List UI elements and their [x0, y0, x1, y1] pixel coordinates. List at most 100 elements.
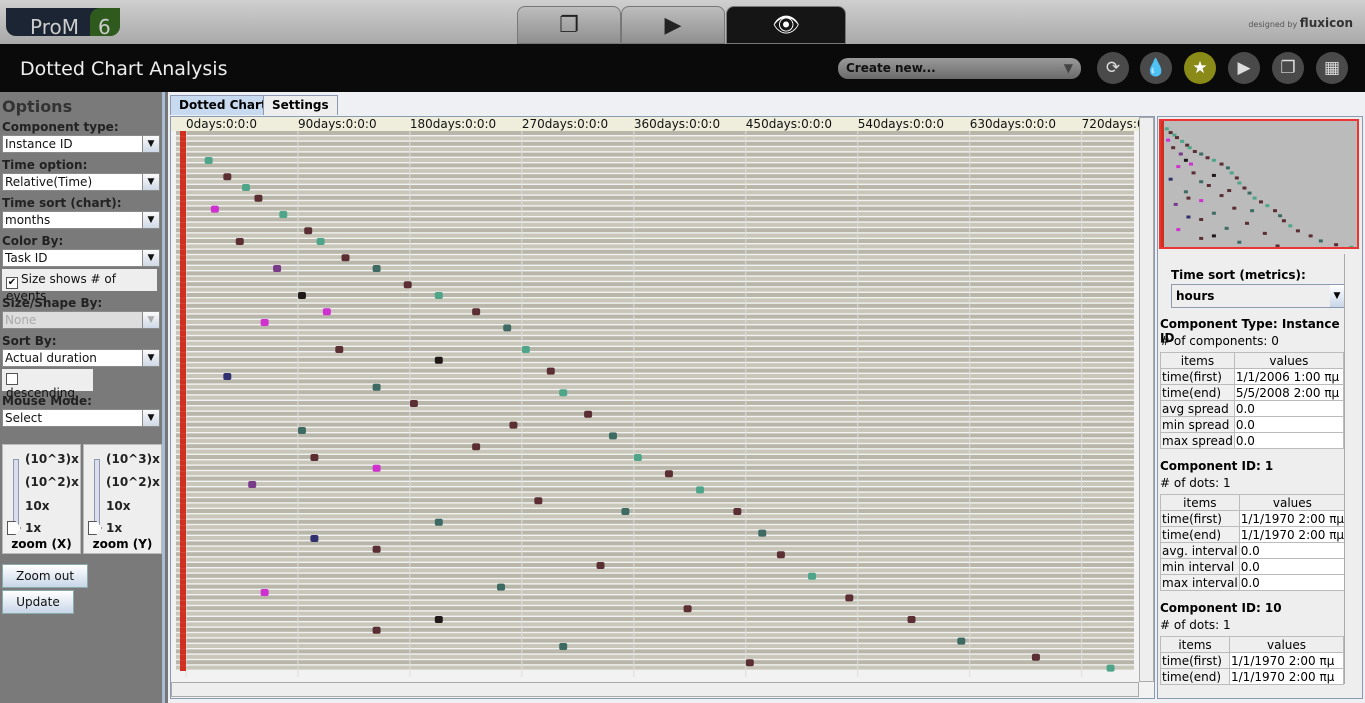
- row-stripe: [176, 233, 1134, 238]
- row-stripe: [176, 401, 1134, 405]
- first-event-dot: [180, 584, 186, 590]
- minimap-dot: [1187, 146, 1192, 150]
- event-dot: [434, 616, 443, 623]
- section-count: # of dots: 1: [1160, 618, 1231, 632]
- copy-icon: ❐: [1280, 58, 1296, 78]
- copy-button[interactable]: ❐: [1272, 52, 1304, 84]
- item-cell: max interval: [1160, 574, 1240, 591]
- minimap-dot: [1192, 149, 1197, 153]
- play-button[interactable]: ▶: [1228, 52, 1260, 84]
- minimap-dot: [1176, 228, 1181, 232]
- event-dot: [254, 194, 263, 202]
- row-stripe: [176, 649, 1134, 654]
- event-dot: [733, 508, 742, 515]
- create-new-dropdown[interactable]: Create new... ▼: [838, 58, 1081, 79]
- row-stripe: [176, 503, 1134, 508]
- sort-by-select[interactable]: Actual duration ▼: [2, 349, 160, 367]
- x-tick-label: 450days:0:0:0: [746, 117, 832, 131]
- component-type-select[interactable]: Instance ID ▼: [2, 135, 160, 153]
- row-stripe: [176, 185, 1134, 189]
- first-event-dot: [180, 266, 186, 272]
- row-stripe: [176, 611, 1134, 616]
- row-stripe: [176, 573, 1134, 578]
- metrics-vertical-scrollbar[interactable]: [1344, 254, 1359, 684]
- row-stripe: [176, 309, 1134, 314]
- overview-minimap[interactable]: [1159, 119, 1359, 249]
- event-dot: [210, 205, 219, 213]
- tick-label: 10x: [25, 499, 50, 513]
- chart-vertical-scrollbar[interactable]: [1139, 117, 1154, 682]
- color-by-select[interactable]: Task ID ▼: [2, 249, 160, 267]
- minimap-dot: [1164, 127, 1169, 131]
- select-value: hours: [1176, 289, 1215, 303]
- chart-horizontal-scrollbar[interactable]: [171, 682, 1139, 697]
- first-event-dot: [180, 276, 186, 283]
- row-stripe: [176, 455, 1134, 459]
- col-values: values: [1238, 494, 1347, 511]
- row-stripe: [176, 395, 1134, 400]
- minimap-dot: [1211, 211, 1216, 215]
- section-title: Component Type: Instance ID: [1160, 317, 1340, 345]
- mouse-mode-select[interactable]: Select ▼: [2, 409, 160, 427]
- minimap-dot: [1334, 243, 1339, 247]
- first-event-dot: [180, 428, 186, 434]
- minimap-dot: [1171, 146, 1176, 150]
- value-cell: 0.0: [1233, 416, 1345, 433]
- event-dot: [608, 432, 617, 440]
- value-cell: 0.0: [1233, 400, 1345, 417]
- item-cell: time(end): [1160, 668, 1230, 685]
- event-dot: [372, 265, 381, 272]
- first-event-dot: [180, 600, 186, 607]
- refresh-button[interactable]: ⟳: [1097, 52, 1129, 84]
- select-value: months: [5, 213, 51, 227]
- value-cell: 0.0: [1238, 558, 1347, 575]
- descending-checkbox[interactable]: descending: [2, 369, 93, 400]
- row-stripe: [176, 633, 1134, 638]
- first-event-dot: [180, 617, 186, 623]
- time-option-select[interactable]: Relative(Time) ▼: [2, 173, 160, 191]
- views-tab[interactable]: 👁: [726, 6, 846, 44]
- first-event-dot: [180, 141, 186, 148]
- row-stripe: [176, 357, 1134, 362]
- row-stripe: [176, 638, 1134, 643]
- first-event-dot: [180, 519, 186, 526]
- minimap-dot: [1189, 162, 1193, 166]
- time-sort-metrics-select[interactable]: hours ▼: [1171, 284, 1345, 308]
- first-event-dot: [180, 530, 186, 536]
- row-stripe: [176, 195, 1134, 200]
- time-sort-select[interactable]: months ▼: [2, 211, 160, 229]
- workspace-tab[interactable]: ❐: [517, 6, 621, 44]
- refresh-icon: ⟳: [1105, 58, 1121, 78]
- table-row: time(first) 1/1/1970 2:00 πμ: [1160, 510, 1347, 527]
- zoom-x-label: zoom (X): [11, 537, 72, 551]
- first-event-dot: [180, 482, 186, 488]
- actions-tab[interactable]: ▶: [621, 6, 725, 44]
- minimap-dot: [1178, 152, 1183, 156]
- col-values: values: [1233, 352, 1345, 369]
- grid-button[interactable]: ▦: [1316, 52, 1348, 84]
- minimap-dot: [1180, 139, 1185, 143]
- main-panel: Dotted Chart Settings 0days:0:0:0 90days:…: [168, 92, 1365, 703]
- zoom-y-track[interactable]: [94, 459, 100, 531]
- tab-dotted-chart[interactable]: Dotted Chart: [170, 95, 276, 115]
- dotted-chart[interactable]: 0days:0:0:0 90days:0:0:0 180days:0:0:0 270d…: [171, 117, 1154, 698]
- minimap-dot: [1245, 221, 1249, 225]
- select-value: Task ID: [5, 251, 48, 265]
- star-button[interactable]: ★: [1184, 52, 1216, 84]
- zoom-out-button[interactable]: Zoom out: [2, 564, 88, 588]
- minimap-dot: [1168, 131, 1173, 135]
- update-button[interactable]: Update: [2, 590, 74, 614]
- size-shows-checkbox[interactable]: ✔ Size shows # of events: [2, 269, 157, 303]
- minimap-dot: [1211, 158, 1216, 162]
- minimap-dot: [1237, 240, 1242, 244]
- x-tick-label: 270days:0:0:0: [522, 117, 608, 131]
- event-dot: [808, 572, 816, 580]
- zoom-x-track[interactable]: [13, 459, 19, 531]
- drop-button[interactable]: 💧: [1140, 52, 1172, 84]
- row-stripe: [176, 287, 1134, 292]
- dotted-chart-panel: 0days:0:0:0 90days:0:0:0 180days:0:0:0 270d…: [170, 116, 1155, 699]
- tab-settings[interactable]: Settings: [263, 95, 338, 115]
- row-stripe: [176, 584, 1134, 589]
- table-row: time(end) 5/5/2008 2:00 πμ: [1160, 384, 1345, 401]
- section-title: Component ID: 1: [1160, 459, 1274, 473]
